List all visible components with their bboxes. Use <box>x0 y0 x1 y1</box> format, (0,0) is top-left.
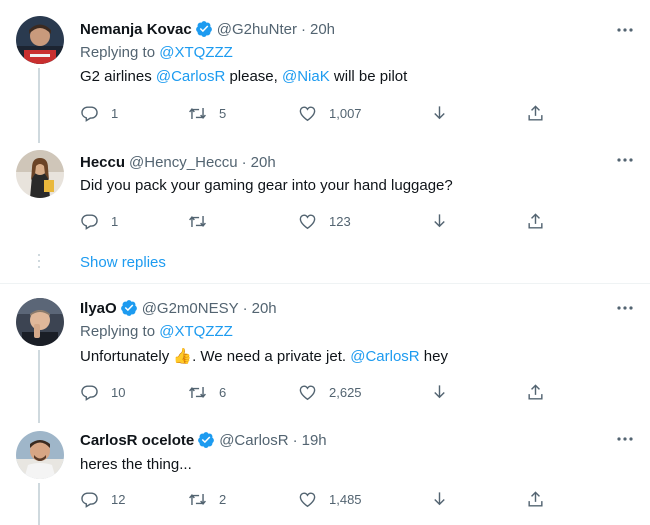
retweet-icon <box>189 493 206 505</box>
avatar[interactable] <box>16 431 64 479</box>
more-options-icon[interactable] <box>614 19 636 41</box>
timestamp[interactable]: 20h <box>310 21 335 38</box>
tweet-carlosr[interactable]: CarlosR ocelote @CarlosR · 19h heres the… <box>0 419 650 525</box>
heart-icon <box>299 105 316 121</box>
tweet-text: heres the thing... <box>80 456 192 473</box>
reply-icon <box>81 491 98 508</box>
arrow-down-icon <box>434 384 445 398</box>
tweet-actions: 12 2 1,485 <box>80 489 550 509</box>
avatar[interactable] <box>16 150 64 198</box>
bookmark-button[interactable] <box>430 382 449 402</box>
tweet-header: Nemanja Kovac @G2huNter · 20h <box>80 19 335 39</box>
tweet-text: Did you pack your gaming gear into your … <box>80 177 453 194</box>
tweet-text: G2 airlines @CarlosR please, @NiaK will … <box>80 68 408 85</box>
mention-link[interactable]: @NiaK <box>282 68 330 85</box>
heart-icon <box>299 491 316 507</box>
user-handle[interactable]: @G2m0NESY <box>142 300 239 317</box>
share-icon <box>528 104 543 121</box>
reply-icon <box>81 384 98 401</box>
share-button[interactable] <box>526 103 545 123</box>
thread-dots <box>38 254 40 272</box>
tweet-text: Unfortunately 👍. We need a private jet. … <box>80 348 448 365</box>
display-name[interactable]: Heccu <box>80 154 125 171</box>
tweet-heccu[interactable]: Heccu @Hency_Heccu · 20h Did you pack yo… <box>0 140 650 240</box>
share-icon <box>528 212 543 229</box>
replying-to: Replying to @XTQZZZ <box>80 44 233 61</box>
retweet-icon <box>189 107 206 119</box>
user-handle[interactable]: @CarlosR <box>219 432 288 449</box>
like-button[interactable]: 123 <box>298 211 351 231</box>
reply-mention-link[interactable]: @XTQZZZ <box>159 323 233 340</box>
reply-icon <box>81 105 98 122</box>
show-replies-link[interactable]: Show replies <box>80 254 166 271</box>
user-handle[interactable]: @Hency_Heccu <box>129 154 238 171</box>
display-name[interactable]: Nemanja Kovac <box>80 21 192 38</box>
share-icon <box>528 490 543 507</box>
tweet-header: IlyaO @G2m0NESY · 20h <box>80 298 277 318</box>
timestamp[interactable]: 19h <box>302 432 327 449</box>
reply-icon <box>81 213 98 230</box>
bookmark-button[interactable] <box>430 489 449 509</box>
arrow-down-icon <box>434 105 445 119</box>
replying-to: Replying to @XTQZZZ <box>80 323 233 340</box>
separator-dot: · <box>300 20 306 38</box>
mention-link[interactable]: @CarlosR <box>156 68 225 85</box>
thread-line <box>38 68 40 143</box>
thread-line <box>38 483 40 525</box>
tweet-nemanja[interactable]: Nemanja Kovac @G2huNter · 20h Replying t… <box>0 0 650 143</box>
bookmark-button[interactable] <box>430 211 449 231</box>
thread-line <box>38 350 40 423</box>
display-name[interactable]: CarlosR ocelote <box>80 432 194 449</box>
reply-button[interactable]: 12 <box>80 489 125 509</box>
share-button[interactable] <box>526 211 545 231</box>
tweet-ilyao[interactable]: IlyaO @G2m0NESY · 20h Replying to @XTQZZ… <box>0 284 650 423</box>
arrow-down-icon <box>434 213 445 227</box>
more-options-icon[interactable] <box>614 149 636 171</box>
heart-icon <box>299 384 316 400</box>
tweet-actions: 1 123 <box>80 211 550 231</box>
retweet-button[interactable]: 5 <box>188 103 226 123</box>
verified-badge-icon <box>120 299 138 317</box>
retweet-icon <box>189 386 206 398</box>
retweet-button[interactable]: 2 <box>188 489 226 509</box>
reply-mention-link[interactable]: @XTQZZZ <box>159 44 233 61</box>
like-button[interactable]: 1,485 <box>298 489 362 509</box>
verified-badge-icon <box>197 431 215 449</box>
arrow-down-icon <box>434 491 445 505</box>
separator-dot: · <box>292 431 298 449</box>
tweet-actions: 1 5 1,007 <box>80 103 550 123</box>
share-button[interactable] <box>526 382 545 402</box>
tweet-header: Heccu @Hency_Heccu · 20h <box>80 152 276 172</box>
heart-icon <box>299 213 316 229</box>
retweet-button[interactable]: 6 <box>188 382 226 402</box>
tweet-header: CarlosR ocelote @CarlosR · 19h <box>80 430 327 450</box>
reply-button[interactable]: 1 <box>80 211 118 231</box>
share-icon <box>528 383 543 400</box>
timestamp[interactable]: 20h <box>252 300 277 317</box>
mention-link[interactable]: @CarlosR <box>350 348 419 365</box>
timestamp[interactable]: 20h <box>251 154 276 171</box>
reply-button[interactable]: 1 <box>80 103 118 123</box>
user-handle[interactable]: @G2huNter <box>217 21 297 38</box>
separator-dot: · <box>241 153 247 171</box>
verified-badge-icon <box>195 20 213 38</box>
avatar[interactable] <box>16 16 64 64</box>
retweet-icon <box>189 215 206 227</box>
share-button[interactable] <box>526 489 545 509</box>
thumbs-up-emoji: 👍 <box>173 348 193 365</box>
avatar[interactable] <box>16 298 64 346</box>
more-options-icon[interactable] <box>614 428 636 450</box>
retweet-button[interactable] <box>188 211 219 231</box>
like-button[interactable]: 2,625 <box>298 382 362 402</box>
like-button[interactable]: 1,007 <box>298 103 362 123</box>
tweet-actions: 10 6 2,625 <box>80 382 550 402</box>
bookmark-button[interactable] <box>430 103 449 123</box>
display-name[interactable]: IlyaO <box>80 300 117 317</box>
separator-dot: · <box>242 299 248 317</box>
more-options-icon[interactable] <box>614 297 636 319</box>
reply-button[interactable]: 10 <box>80 382 125 402</box>
